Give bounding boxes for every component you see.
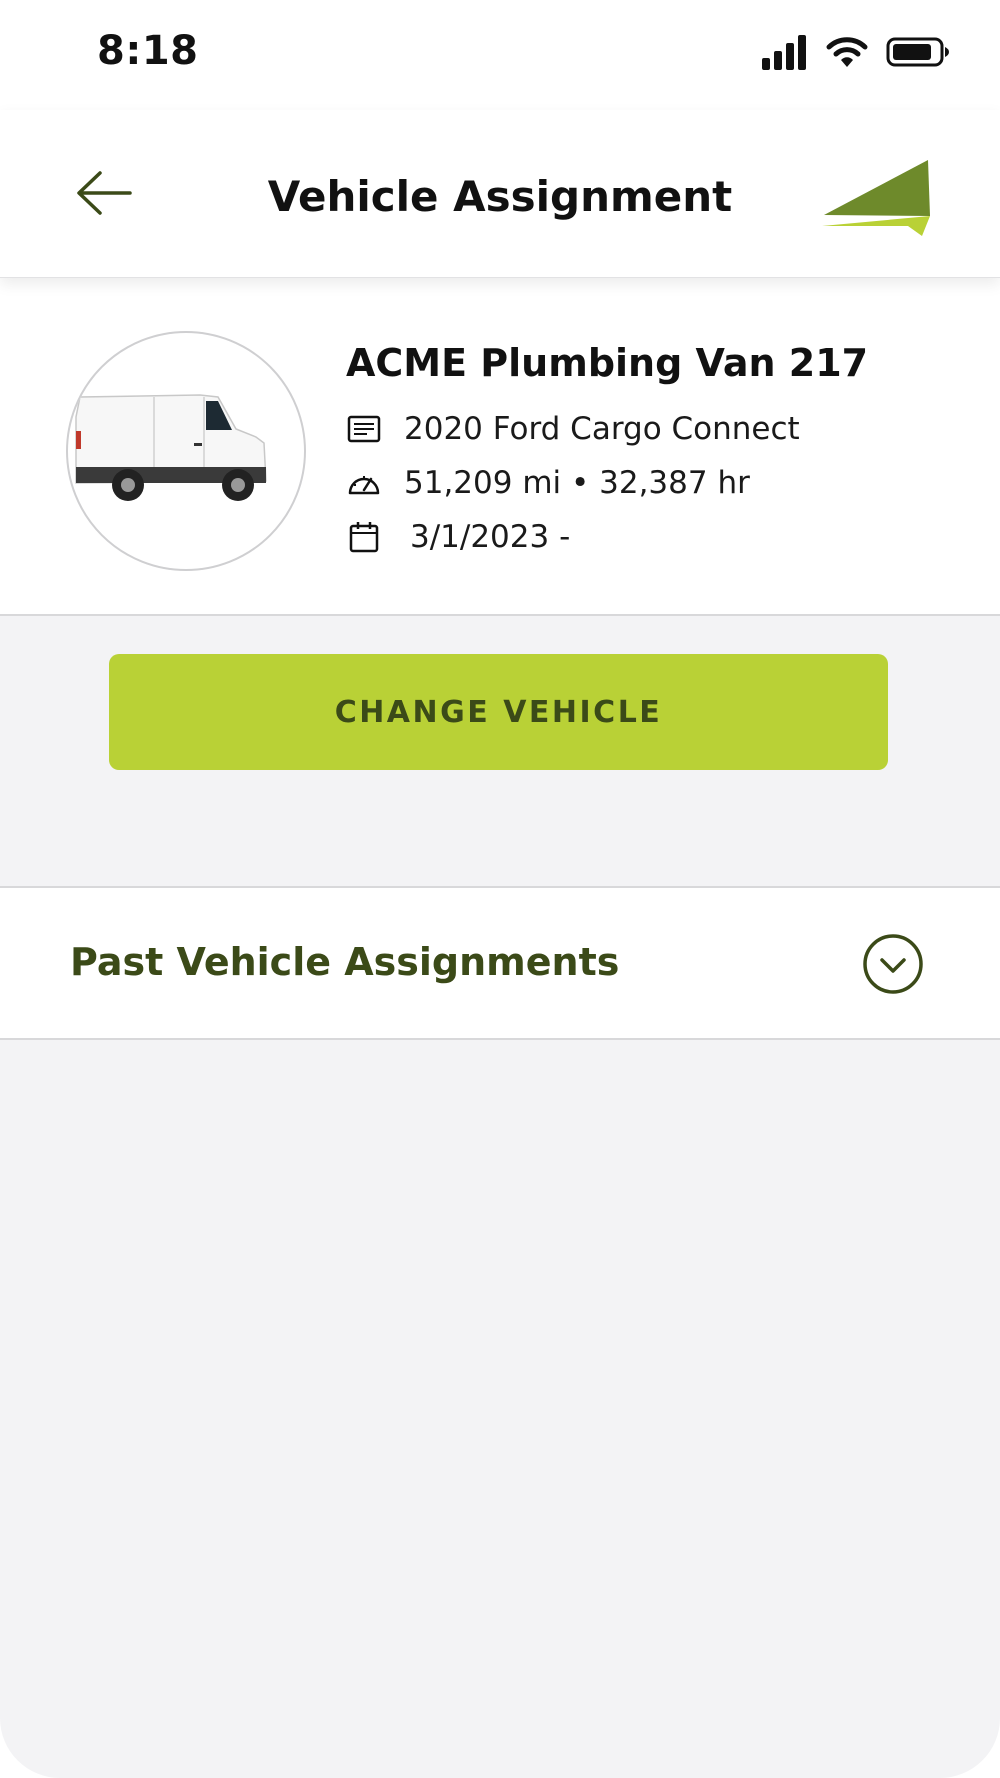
- current-vehicle-card: ACME Plumbing Van 217 2020 Ford Cargo Co…: [0, 277, 1000, 616]
- van-image-icon: [75, 394, 267, 501]
- odometer-icon: [346, 465, 382, 501]
- vehicle-info-card-icon: [346, 411, 382, 447]
- cellular-signal-icon: [762, 35, 806, 70]
- vehicle-usage: 51,209 mi • 32,387 hr: [404, 465, 750, 501]
- assignment-date-row: 3/1/2023 -: [346, 519, 570, 555]
- status-bar: 8:18: [0, 0, 1000, 110]
- vehicle-model: 2020 Ford Cargo Connect: [404, 411, 800, 447]
- battery-icon: [886, 37, 949, 67]
- calendar-icon: [346, 519, 382, 555]
- wifi-icon: [826, 37, 868, 67]
- vehicle-model-row: 2020 Ford Cargo Connect: [346, 411, 800, 447]
- past-assignments-toggle[interactable]: Past Vehicle Assignments: [0, 886, 1000, 1040]
- status-icons: [760, 32, 950, 72]
- brand-logo-icon: [822, 160, 930, 236]
- vehicle-name: ACME Plumbing Van 217: [346, 341, 869, 385]
- status-time: 8:18: [97, 28, 199, 74]
- vehicle-usage-row: 51,209 mi • 32,387 hr: [346, 465, 750, 501]
- vehicle-photo: [66, 331, 306, 571]
- app-screen: 8:18 Vehicle Assignment ACME Plumbing Va…: [0, 0, 1000, 1778]
- past-assignments-label: Past Vehicle Assignments: [70, 940, 620, 984]
- top-app-bar: Vehicle Assignment: [0, 110, 1000, 278]
- chevron-down-circle-icon[interactable]: [862, 933, 924, 995]
- assignment-date: 3/1/2023 -: [410, 519, 571, 555]
- change-vehicle-button[interactable]: CHANGE VEHICLE: [109, 654, 888, 770]
